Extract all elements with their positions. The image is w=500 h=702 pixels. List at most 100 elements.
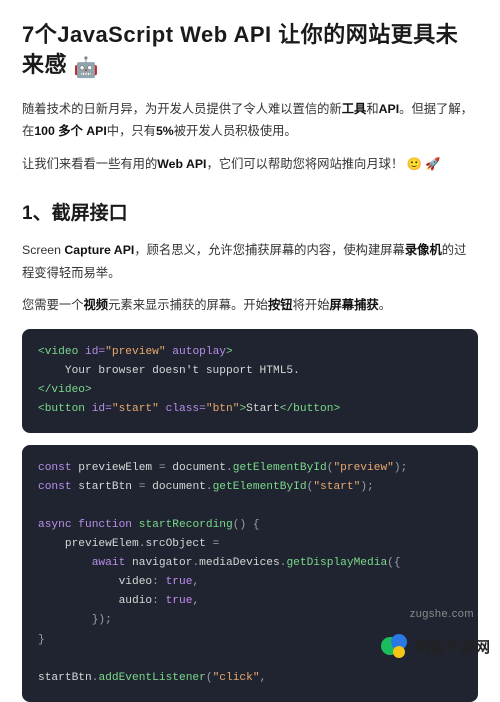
bold-text: 5%: [156, 124, 174, 138]
text: 被开发人员积极使用。: [174, 124, 297, 138]
code-punct: =: [159, 462, 172, 474]
text: 中，只有: [107, 124, 156, 138]
watermark-text: zugshe.com: [410, 608, 474, 620]
code-attr: autoplay: [166, 346, 226, 358]
code-punct: =: [206, 538, 219, 550]
brand-logo-icon: [381, 632, 409, 660]
code-kw: async: [38, 519, 72, 531]
bold-text: Capture API: [64, 243, 134, 257]
code-id: startBtn: [72, 481, 139, 493]
code-id: video: [119, 576, 153, 588]
code-id: document: [152, 481, 206, 493]
bold-text: Web API: [157, 157, 206, 171]
code-id: previewElem: [65, 538, 139, 550]
text: ，顾名思义，允许您捕获屏幕的内容，使构建屏幕: [134, 243, 405, 257]
code-kw: const: [38, 462, 72, 474]
bold-text: 工具: [342, 102, 367, 116]
code-tag: <video: [38, 346, 78, 358]
code-attr: class=: [159, 403, 206, 415]
code-fn: startRecording: [132, 519, 233, 531]
code-id: srcObject: [145, 538, 205, 550]
code-bool: true: [166, 576, 193, 588]
intro-paragraph-1: 随着技术的日新月异，为开发人员提供了令人难以置信的新工具和API。但据了解，在1…: [22, 98, 478, 143]
code-punct: :: [152, 595, 165, 607]
code-tag: <button: [38, 403, 85, 415]
code-str: "click": [213, 672, 260, 684]
code-punct: }: [38, 634, 45, 646]
code-punct: ,: [192, 595, 199, 607]
bold-text: API: [379, 102, 400, 116]
code-punct: ,: [192, 576, 199, 588]
text: 随着技术的日新月异，为开发人员提供了令人难以置信的新: [22, 102, 342, 116]
code-punct: (: [206, 672, 213, 684]
code-kw: function: [72, 519, 132, 531]
bold-text: 屏幕捕获: [330, 298, 379, 312]
code-str: "preview": [333, 462, 393, 474]
code-attr: id=: [85, 403, 112, 415]
code-kw: const: [38, 481, 72, 493]
text: 将开始: [293, 298, 330, 312]
code-fn: getElementById: [213, 481, 307, 493]
code-punct: );: [360, 481, 373, 493]
footer-brand: 阳奋手游网: [381, 632, 490, 660]
section-heading-1: 1、截屏接口: [22, 198, 478, 225]
code-punct: );: [394, 462, 407, 474]
code-kw: await: [92, 557, 126, 569]
code-punct: {: [246, 519, 259, 531]
text: 让我们来看看一些有用的: [22, 157, 157, 171]
code-attr: id=: [78, 346, 105, 358]
code-punct: });: [92, 614, 112, 626]
intro-paragraph-2: 让我们来看看一些有用的Web API，它们可以帮助您将网站推向月球！ 🙂 🚀: [22, 153, 478, 176]
code-str: "start": [313, 481, 360, 493]
code-id: mediaDevices: [199, 557, 280, 569]
text: ，它们可以帮助您将网站推向月球！: [206, 157, 406, 171]
code-punct: ({: [387, 557, 400, 569]
code-punct: ,: [260, 672, 273, 684]
bold-text: 100 多个 API: [34, 124, 106, 138]
section-paragraph-1: Screen Capture API，顾名思义，允许您捕获屏幕的内容，使构建屏幕…: [22, 239, 478, 284]
bold-text: 录像机: [405, 243, 442, 257]
code-pad: [38, 595, 119, 607]
code-text: Your browser doesn't support HTML5.: [38, 365, 300, 377]
brand-name: 阳奋手游网: [415, 636, 490, 657]
code-punct: .: [226, 462, 233, 474]
code-str: "btn": [206, 403, 240, 415]
code-bool: true: [166, 595, 193, 607]
code-fn: getDisplayMedia: [286, 557, 387, 569]
code-id: startBtn: [38, 672, 92, 684]
code-punct: .: [206, 481, 213, 493]
bold-text: 视频: [84, 298, 109, 312]
text: 元素来显示捕获的屏幕。开始: [108, 298, 268, 312]
code-str: "start": [112, 403, 159, 415]
code-block-html: <video id="preview" autoplay> Your brows…: [22, 329, 478, 433]
text: 。: [379, 298, 391, 312]
code-fn: getElementById: [233, 462, 327, 474]
code-pad: [38, 614, 92, 626]
text: 您需要一个: [22, 298, 84, 312]
code-tag: </video>: [38, 384, 92, 396]
code-punct: .: [92, 672, 99, 684]
code-punct: (): [233, 519, 246, 531]
rocket-emoji: 🚀: [425, 157, 440, 171]
bold-text: 按钮: [268, 298, 293, 312]
code-pad: [38, 557, 92, 569]
code-id: document: [172, 462, 226, 474]
code-text: Start: [246, 403, 280, 415]
code-fn: addEventListener: [98, 672, 205, 684]
section-paragraph-2: 您需要一个视频元素来显示捕获的屏幕。开始按钮将开始屏幕捕获。: [22, 294, 478, 317]
code-block-js: const previewElem = document.getElementB…: [22, 445, 478, 701]
text: 和: [366, 102, 378, 116]
code-id: navigator: [125, 557, 192, 569]
code-id: previewElem: [72, 462, 159, 474]
smile-emoji: 🙂: [407, 157, 422, 171]
page-title: 7个JavaScript Web API 让你的网站更具未来感 🤖: [22, 20, 478, 82]
code-pad: [38, 576, 119, 588]
code-tag: >: [226, 346, 233, 358]
code-str: "preview": [105, 346, 165, 358]
code-tag: </button>: [280, 403, 340, 415]
code-id: audio: [119, 595, 153, 607]
code-punct: =: [139, 481, 152, 493]
text: Screen: [22, 243, 64, 257]
code-punct: :: [152, 576, 165, 588]
robot-emoji: 🤖: [74, 57, 99, 79]
